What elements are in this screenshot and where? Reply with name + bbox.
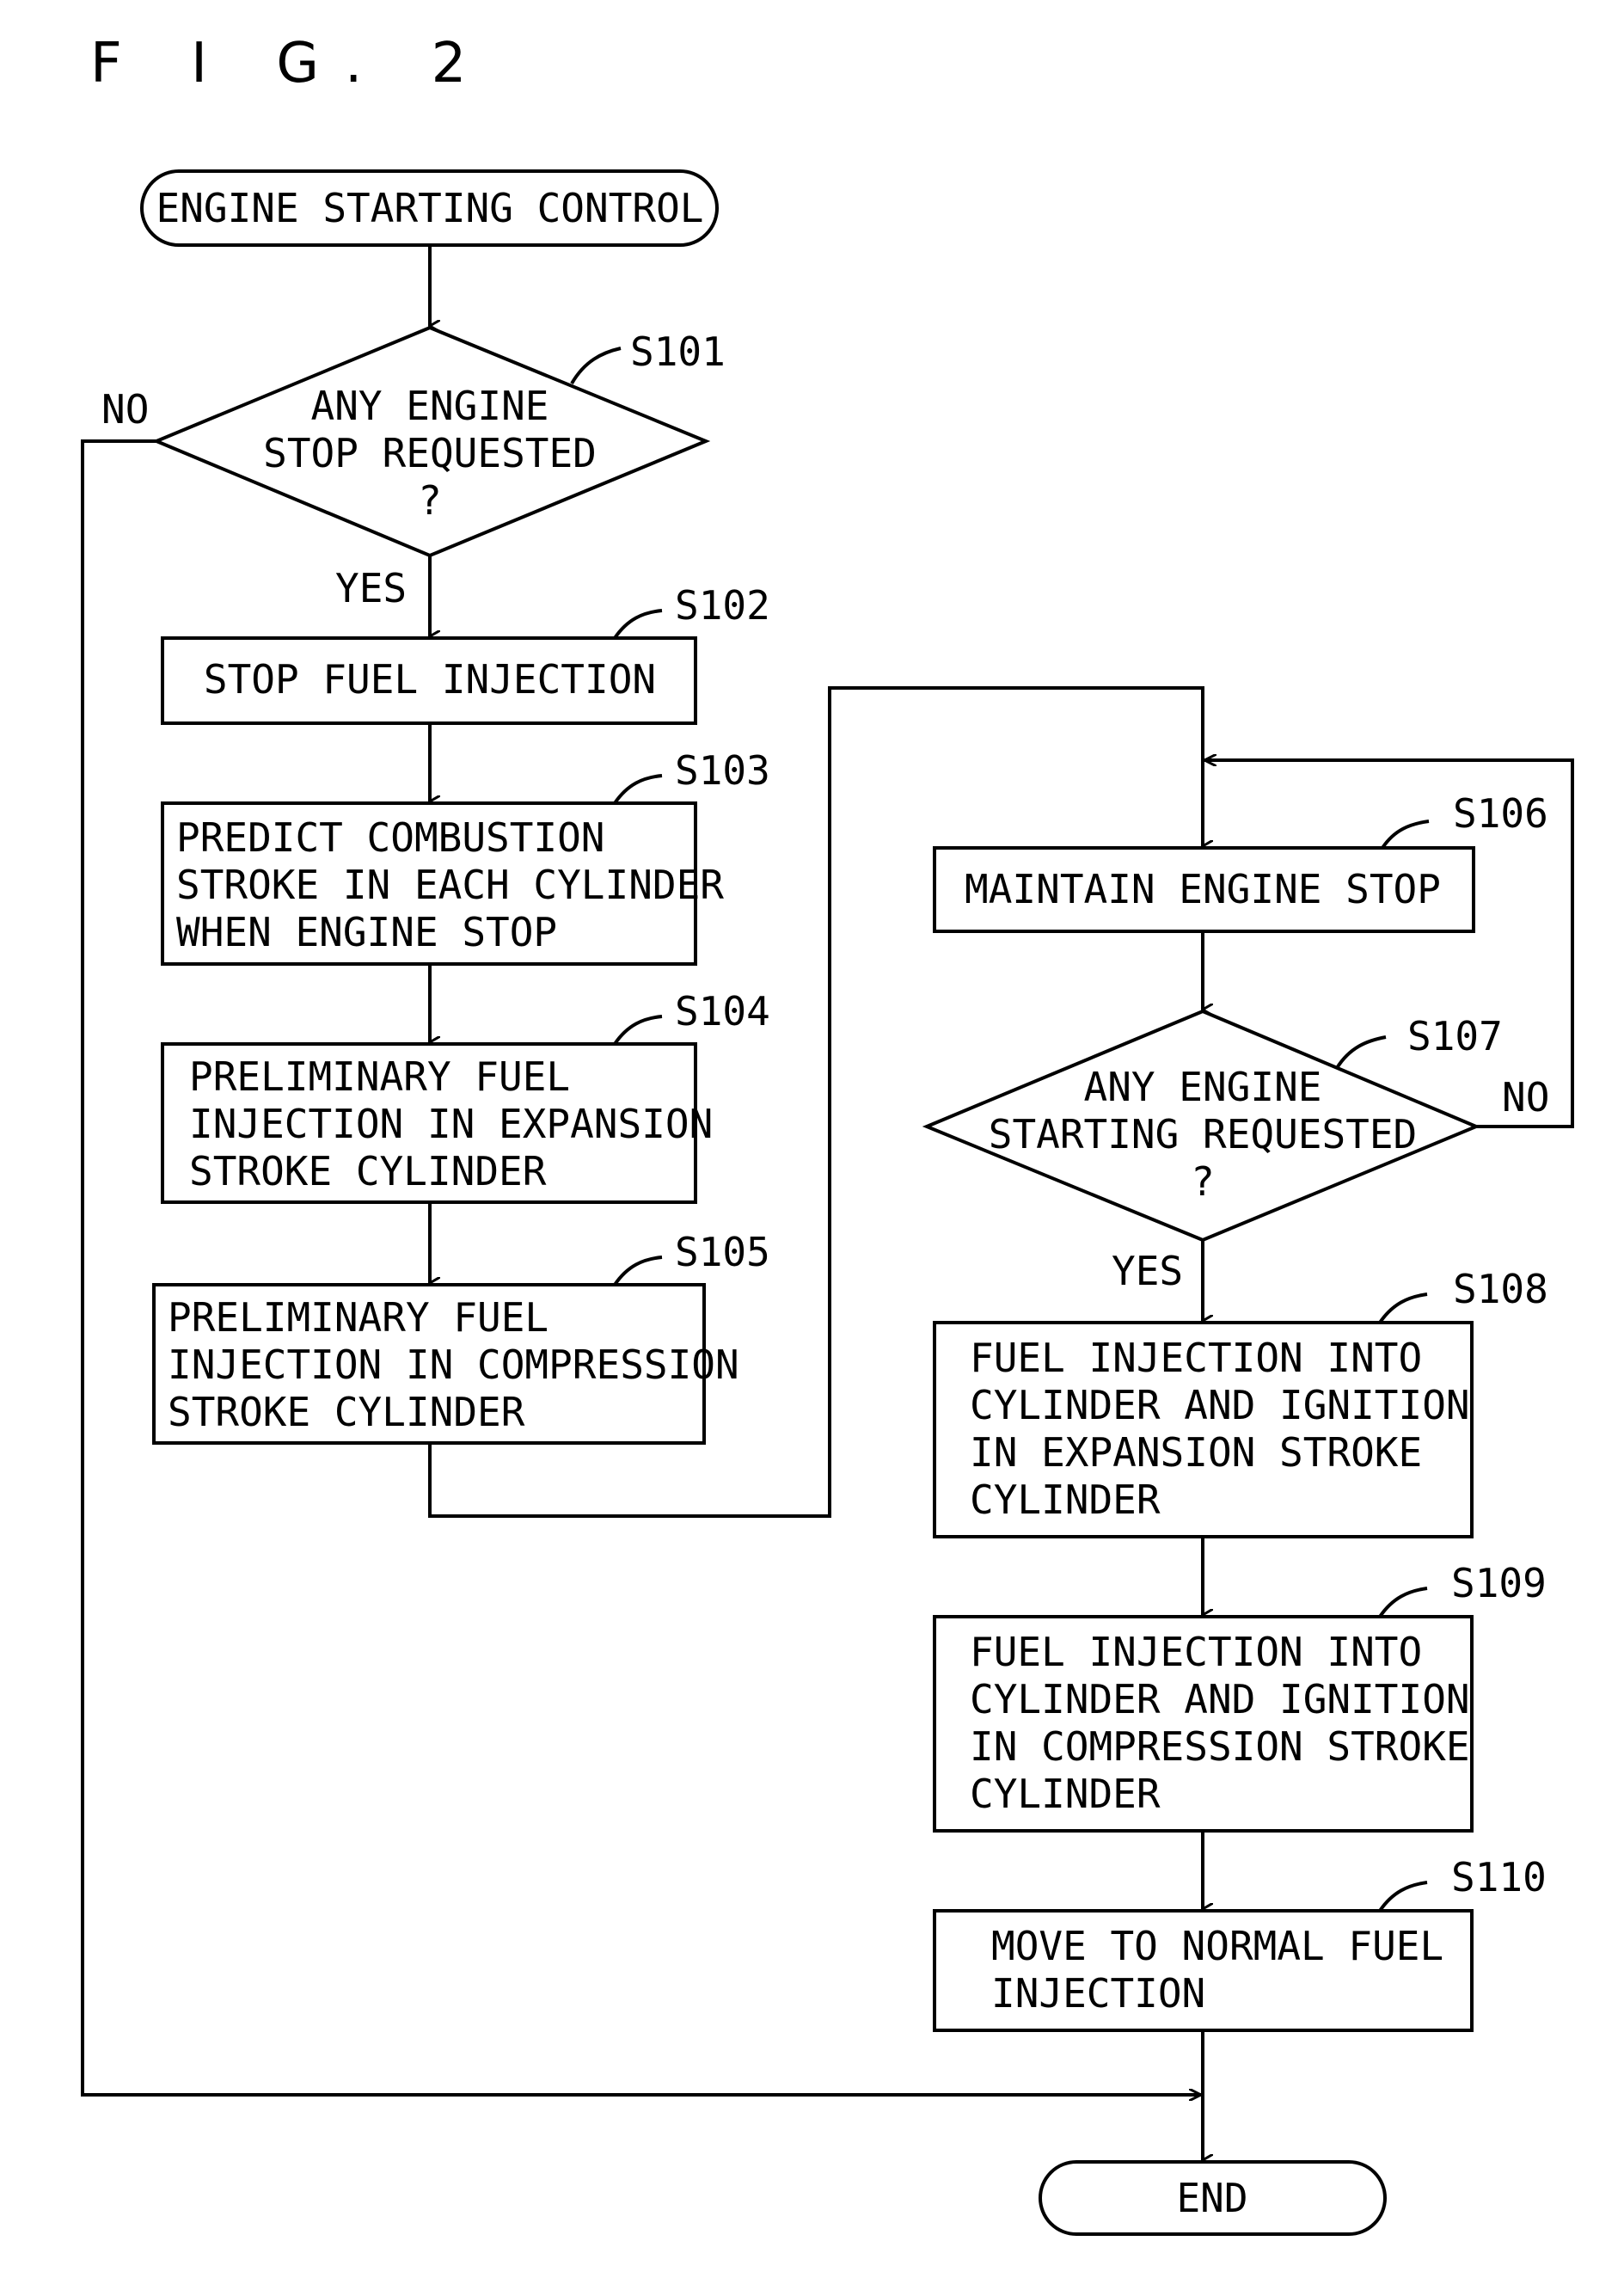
s101-leader <box>570 347 622 385</box>
start-terminal: ENGINE STARTING CONTROL <box>140 169 719 247</box>
s108-line-4: CYLINDER <box>970 1477 1161 1523</box>
figure-title: F I G. 2 <box>90 32 492 95</box>
s107-yes-label: YES <box>1112 1248 1183 1294</box>
s108-id: S108 <box>1453 1266 1548 1312</box>
s101-line-2: STOP REQUESTED <box>263 430 597 476</box>
s104-line-3: STROKE CYLINDER <box>189 1148 547 1194</box>
s110-line-2: INJECTION <box>991 1970 1205 2017</box>
process-s102: STOP FUEL INJECTION S102 <box>161 582 770 725</box>
process-s109: FUEL INJECTION INTO CYLINDER AND IGNITIO… <box>933 1560 1547 1833</box>
s102-line-1: STOP FUEL INJECTION <box>204 656 656 703</box>
s110-leader <box>1378 1881 1428 1913</box>
s109-line-1: FUEL INJECTION INTO <box>970 1629 1422 1675</box>
s109-leader <box>1378 1587 1428 1618</box>
process-s104: PRELIMINARY FUEL INJECTION IN EXPANSION … <box>161 988 770 1204</box>
s109-id: S109 <box>1451 1560 1547 1606</box>
s109-line-4: CYLINDER <box>970 1771 1161 1817</box>
s107-line-3: ? <box>1191 1158 1215 1205</box>
s107-leader <box>1335 1035 1387 1070</box>
s103-line-3: WHEN ENGINE STOP <box>176 909 557 955</box>
s108-line-1: FUEL INJECTION INTO <box>970 1335 1422 1381</box>
flowchart: F I G. 2 ENGINE STARTING CONTROL ANY ENG… <box>81 32 1574 2236</box>
process-s105: PRELIMINARY FUEL INJECTION IN COMPRESSIO… <box>152 1229 770 1445</box>
process-s106: MAINTAIN ENGINE STOP S106 <box>933 790 1548 933</box>
s106-id: S106 <box>1453 790 1548 837</box>
s104-leader <box>613 1015 663 1046</box>
decision-s101: ANY ENGINE STOP REQUESTED ? S101 NO YES <box>101 325 726 611</box>
s102-leader <box>613 609 663 640</box>
s103-id: S103 <box>675 747 770 794</box>
s103-leader <box>613 774 663 805</box>
process-s110: MOVE TO NORMAL FUEL INJECTION S110 <box>933 1854 1547 2032</box>
s110-line-1: MOVE TO NORMAL FUEL <box>991 1923 1443 1969</box>
s103-line-2: STROKE IN EACH CYLINDER <box>176 862 724 908</box>
s105-id: S105 <box>675 1229 770 1275</box>
s107-line-1: ANY ENGINE <box>1084 1064 1322 1110</box>
s105-line-3: STROKE CYLINDER <box>168 1389 525 1435</box>
s102-id: S102 <box>675 582 770 629</box>
s104-id: S104 <box>675 988 770 1035</box>
s106-line-1: MAINTAIN ENGINE STOP <box>965 866 1441 912</box>
start-label: ENGINE STARTING CONTROL <box>156 185 704 231</box>
s105-line-2: INJECTION IN COMPRESSION <box>168 1342 739 1388</box>
s101-line-3: ? <box>418 477 442 524</box>
s107-id: S107 <box>1407 1013 1503 1059</box>
s104-line-1: PRELIMINARY FUEL <box>189 1053 570 1100</box>
end-label: END <box>1176 2175 1247 2221</box>
process-s108: FUEL INJECTION INTO CYLINDER AND IGNITIO… <box>933 1266 1548 1538</box>
s107-no-label: NO <box>1502 1074 1549 1121</box>
s110-id: S110 <box>1451 1854 1547 1900</box>
s103-line-1: PREDICT COMBUSTION <box>176 814 605 861</box>
end-terminal: END <box>1039 2160 1387 2236</box>
s108-line-3: IN EXPANSION STROKE <box>970 1429 1422 1476</box>
s105-leader <box>613 1256 663 1286</box>
s101-no-label: NO <box>101 386 149 433</box>
s109-line-3: IN COMPRESSION STROKE <box>970 1723 1470 1770</box>
s106-leader <box>1381 820 1430 850</box>
decision-s107: ANY ENGINE STARTING REQUESTED ? S107 NO … <box>922 1009 1549 1294</box>
s108-line-2: CYLINDER AND IGNITION <box>970 1382 1470 1428</box>
s101-yes-label: YES <box>335 565 407 611</box>
s108-leader <box>1378 1292 1428 1324</box>
s101-id: S101 <box>630 328 726 375</box>
s105-line-1: PRELIMINARY FUEL <box>168 1294 548 1341</box>
s107-line-2: STARTING REQUESTED <box>989 1111 1418 1157</box>
process-s103: PREDICT COMBUSTION STROKE IN EACH CYLIND… <box>161 747 770 966</box>
s101-line-1: ANY ENGINE <box>311 383 549 429</box>
s109-line-2: CYLINDER AND IGNITION <box>970 1676 1470 1722</box>
s104-line-2: INJECTION IN EXPANSION <box>189 1101 713 1147</box>
